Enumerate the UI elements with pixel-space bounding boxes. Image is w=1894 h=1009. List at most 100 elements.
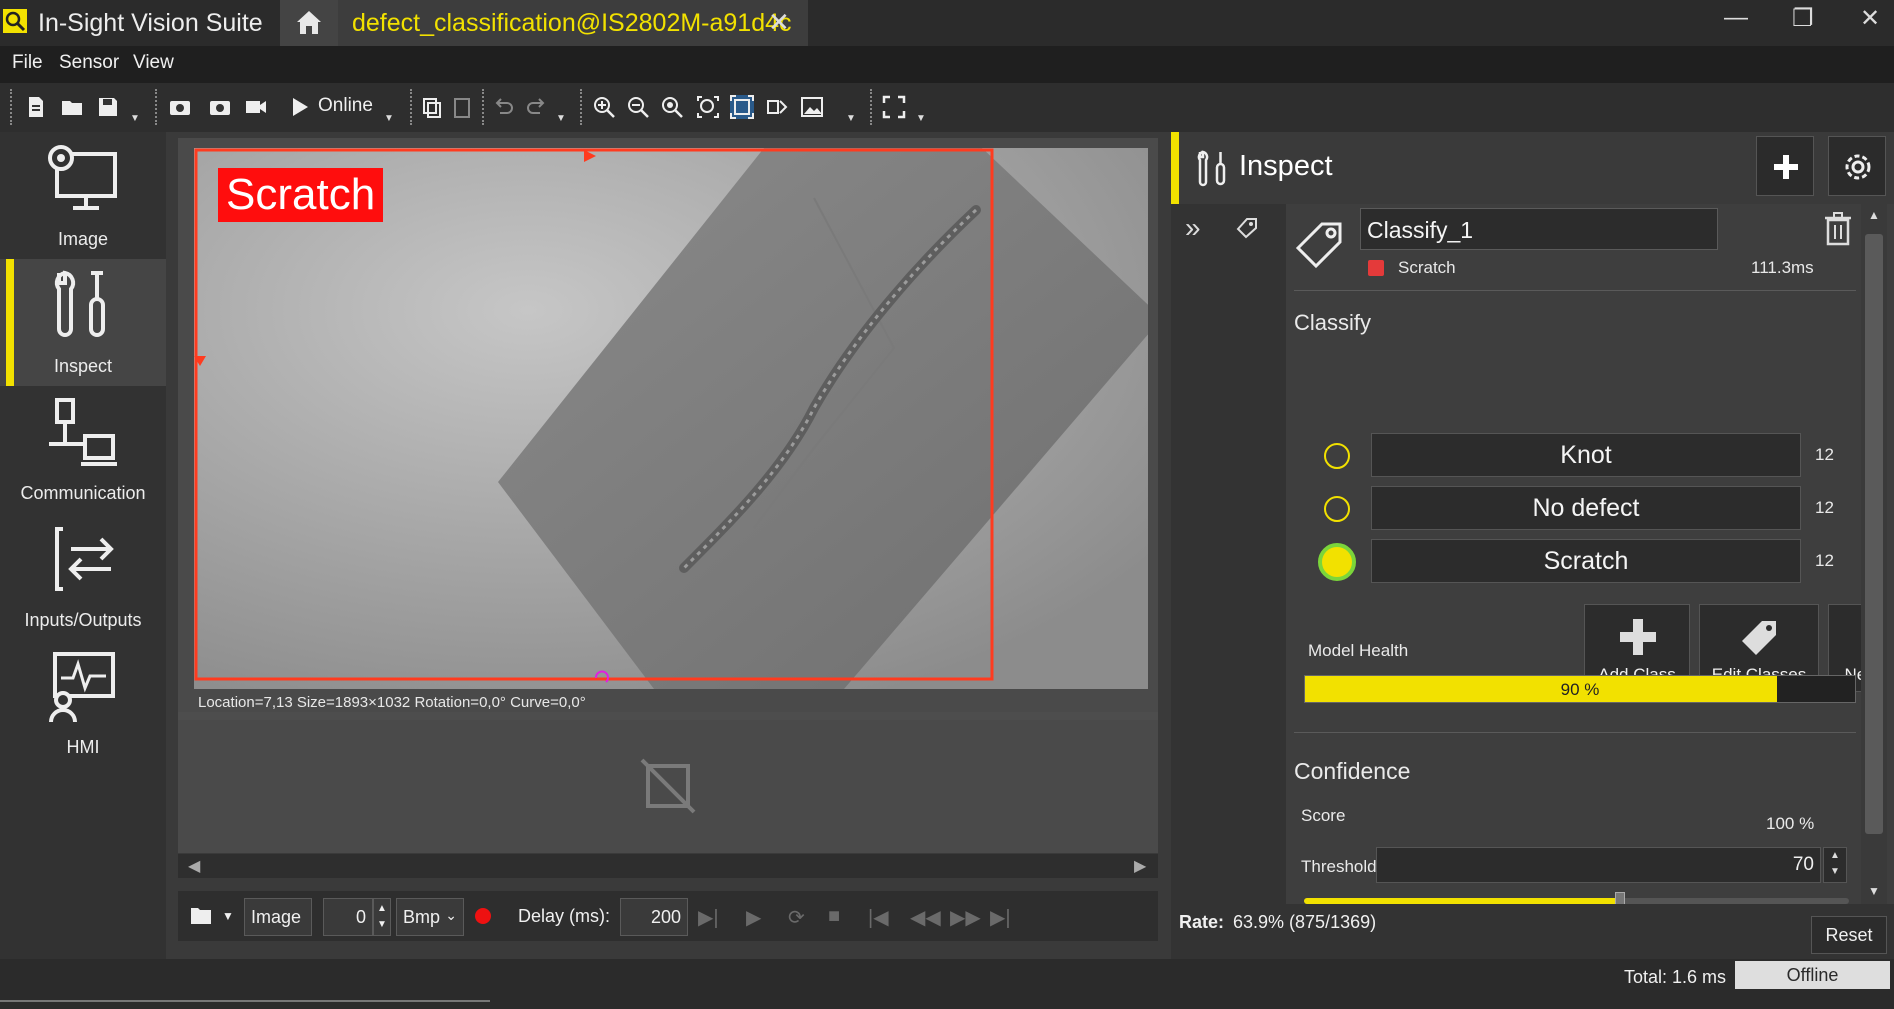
camera-image[interactable]: Scratch	[194, 148, 1148, 689]
delay-field[interactable]: 200	[620, 898, 688, 936]
toolbar-grip[interactable]	[410, 89, 414, 125]
expand-chevrons-icon[interactable]: »	[1185, 212, 1201, 244]
panel-scrollbar[interactable]: ▲ ▼	[1861, 204, 1887, 904]
format-select[interactable]: Bmp ⌄	[396, 898, 464, 936]
threshold-input[interactable]: 70	[1376, 847, 1821, 883]
tool-result: Scratch	[1398, 258, 1456, 277]
app-title: In-Sight Vision Suite	[38, 9, 263, 37]
zoom-in-icon[interactable]	[592, 95, 616, 119]
nav-item-hmi[interactable]: HMI	[0, 640, 166, 767]
play-icon[interactable]: ▶	[746, 905, 761, 930]
online-dropdown-icon[interactable]: ▼	[384, 113, 394, 124]
playback-bar: ▼ Image 0 ▲ ▼ Bmp ⌄ Delay (ms): 200 ▶| ▶ …	[178, 891, 1158, 941]
paste-icon[interactable]	[450, 95, 474, 119]
nav-item-inspect[interactable]: Inspect	[0, 259, 166, 386]
step-icon[interactable]: ▶|	[698, 905, 719, 930]
scroll-down-icon[interactable]: ▼	[1868, 884, 1880, 898]
first-icon[interactable]: |◀	[868, 905, 889, 930]
menu-view[interactable]: View	[133, 52, 174, 74]
class-radio-no-defect[interactable]	[1324, 496, 1350, 522]
home-icon	[297, 11, 321, 34]
copy-icon[interactable]	[420, 95, 444, 119]
open-folder-icon[interactable]	[190, 905, 212, 925]
tools-icon	[54, 270, 105, 337]
threshold-slider-thumb[interactable]	[1615, 892, 1626, 904]
index-spinner[interactable]: ▲ ▼	[373, 898, 391, 936]
history-dropdown-icon[interactable]: ▼	[556, 113, 566, 124]
image-overlay-icon[interactable]	[800, 95, 824, 119]
trigger-icon[interactable]	[208, 95, 232, 119]
toolbar: ▼ Online ▼ ▼ ▼ ▼	[0, 83, 1894, 132]
toolbar-grip[interactable]	[580, 89, 584, 125]
delay-label: Delay (ms):	[518, 906, 611, 926]
source-field[interactable]: Image	[244, 898, 312, 936]
save-dropdown-icon[interactable]: ▼	[130, 113, 140, 124]
save-icon[interactable]	[96, 95, 120, 119]
live-video-icon[interactable]	[244, 95, 268, 119]
class-button-no-defect[interactable]: No defect	[1371, 486, 1801, 530]
class-radio-knot[interactable]	[1324, 443, 1350, 469]
folder-dropdown-icon[interactable]: ▼	[222, 909, 234, 923]
class-radio-scratch[interactable]	[1318, 543, 1356, 581]
panel-scrollbar-thumb[interactable]	[1865, 234, 1883, 834]
restore-button[interactable]: ❐	[1792, 4, 1814, 33]
roi-region[interactable]	[194, 148, 1148, 689]
view-dropdown-icon[interactable]: ▼	[846, 113, 856, 124]
reset-button[interactable]: Reset	[1811, 916, 1887, 954]
zoom-region-icon[interactable]	[696, 95, 720, 119]
next-image-button[interactable]: Next Image	[1828, 604, 1861, 692]
last-icon[interactable]: ▶|	[990, 905, 1011, 930]
image-index-field[interactable]: 0	[323, 898, 373, 936]
add-tool-button[interactable]	[1756, 136, 1814, 196]
undo-icon[interactable]	[492, 95, 516, 119]
scroll-left-icon[interactable]: ◀	[188, 856, 200, 876]
nav-item-inputs-outputs[interactable]: Inputs/Outputs	[0, 513, 166, 640]
flip-image-icon[interactable]	[765, 95, 789, 119]
redo-icon[interactable]	[524, 95, 548, 119]
scroll-right-icon[interactable]: ▶	[1134, 856, 1146, 876]
tool-name-field[interactable]: Classify_1	[1360, 208, 1718, 250]
trash-icon[interactable]	[1823, 212, 1853, 246]
fullscreen-icon[interactable]	[882, 95, 906, 119]
nav-item-communication[interactable]: Communication	[0, 386, 166, 513]
threshold-slider[interactable]	[1304, 892, 1849, 904]
filmstrip-scrollbar[interactable]: ◀ ▶	[178, 854, 1158, 878]
horizontal-splitter[interactable]	[178, 712, 1158, 720]
status-offline-badge[interactable]: Offline	[1735, 961, 1890, 989]
tag-icon[interactable]	[1235, 216, 1259, 240]
threshold-spinner[interactable]: ▲ ▼	[1823, 847, 1847, 883]
fast-forward-icon[interactable]: ▶▶	[950, 905, 981, 930]
add-class-button[interactable]: Add Class	[1584, 604, 1690, 692]
toolbar-grip[interactable]	[155, 89, 159, 125]
class-button-scratch[interactable]: Scratch	[1371, 539, 1801, 583]
home-tab[interactable]	[280, 0, 338, 46]
loop-icon[interactable]: ⟳	[788, 905, 805, 930]
toolbar-grip[interactable]	[10, 89, 14, 125]
menu-file[interactable]: File	[12, 52, 43, 74]
acquire-image-icon[interactable]	[168, 95, 192, 119]
fit-to-window-icon[interactable]	[730, 95, 754, 119]
zoom-fit-icon[interactable]	[660, 95, 684, 119]
class-button-knot[interactable]: Knot	[1371, 433, 1801, 477]
classify-section-label: Classify	[1294, 310, 1372, 335]
fullscreen-dropdown-icon[interactable]: ▼	[916, 113, 926, 124]
open-folder-icon[interactable]	[60, 95, 84, 119]
stop-icon[interactable]: ■	[828, 905, 840, 928]
rewind-icon[interactable]: ◀◀	[910, 905, 941, 930]
toolbar-grip[interactable]	[870, 89, 874, 125]
toolbar-grip[interactable]	[482, 89, 486, 125]
document-tab[interactable]: defect_classification@IS2802M-a91d4c ✕	[338, 0, 808, 46]
play-icon[interactable]	[288, 95, 312, 119]
settings-button[interactable]	[1828, 136, 1886, 196]
scroll-up-icon[interactable]: ▲	[1868, 208, 1880, 222]
close-window-button[interactable]: ✕	[1860, 4, 1880, 33]
nav-item-image[interactable]: Image	[0, 132, 166, 259]
menu-sensor[interactable]: Sensor	[59, 52, 119, 74]
edit-classes-button[interactable]: Edit Classes	[1699, 604, 1819, 692]
zoom-out-icon[interactable]	[626, 95, 650, 119]
new-file-icon[interactable]	[24, 95, 48, 119]
online-button[interactable]: Online	[318, 95, 373, 117]
record-icon[interactable]	[475, 908, 491, 924]
close-tab-icon[interactable]: ✕	[768, 7, 790, 38]
minimize-button[interactable]: —	[1724, 4, 1748, 32]
